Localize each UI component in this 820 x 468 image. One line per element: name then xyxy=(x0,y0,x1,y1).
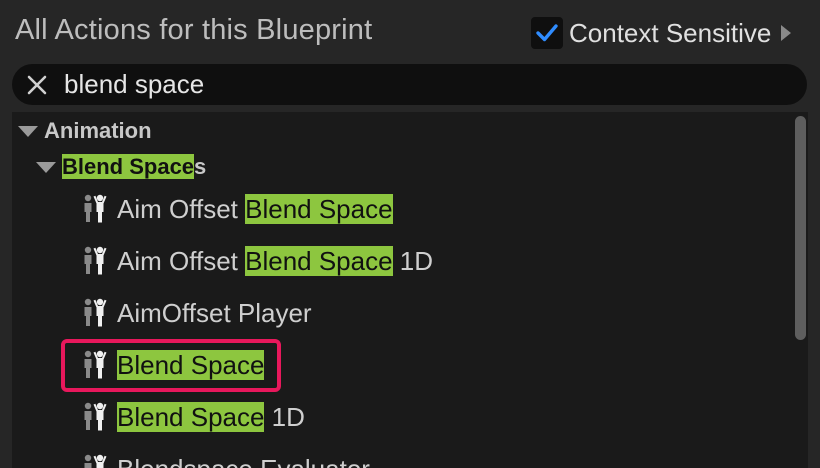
close-icon xyxy=(27,75,47,95)
tree-item[interactable]: Blendspace Evaluator xyxy=(80,452,370,468)
clear-search-button[interactable] xyxy=(24,72,50,98)
animation-person-icon xyxy=(84,454,107,468)
category-animation[interactable]: Animation xyxy=(18,118,152,144)
expand-arrow-icon[interactable] xyxy=(781,25,792,41)
animation-person-icon xyxy=(84,298,107,327)
checkmark-icon xyxy=(536,24,558,42)
context-sensitive-checkbox[interactable] xyxy=(531,17,563,49)
category-label: Animation xyxy=(44,118,152,143)
label-pre: Blendspace Evaluator xyxy=(117,454,370,468)
tree-item[interactable]: Aim Offset Blend Space 1D xyxy=(80,244,433,278)
subcategory-label: Blend Spaces xyxy=(62,154,206,180)
tree-item-label: Blend Space 1D xyxy=(117,401,305,433)
scrollbar[interactable] xyxy=(789,112,807,468)
action-tree: Animation Blend Spaces Aim Offset Blend … xyxy=(12,112,808,468)
subcategory-label-rest: s xyxy=(194,154,207,179)
scrollbar-thumb[interactable] xyxy=(795,116,806,340)
collapse-arrow-icon[interactable] xyxy=(18,125,38,137)
search-match-highlight: Blend Space xyxy=(245,245,393,276)
label-pre: Aim Offset xyxy=(117,193,246,224)
search-input[interactable] xyxy=(64,68,784,100)
animation-person-icon xyxy=(84,246,107,275)
search-box xyxy=(12,64,807,105)
panel-title: All Actions for this Blueprint xyxy=(15,14,373,46)
search-match-highlight: Blend Space xyxy=(117,401,265,432)
subcategory-blend-spaces[interactable]: Blend Spaces xyxy=(36,153,206,181)
tree-item[interactable]: Aim Offset Blend Space xyxy=(80,192,393,226)
context-sensitive-label: Context Sensitive xyxy=(569,17,772,48)
tree-item-label: Aim Offset Blend Space 1D xyxy=(117,245,434,277)
search-match-highlight: Blend Space xyxy=(245,193,393,224)
collapse-arrow-icon[interactable] xyxy=(36,161,56,173)
tree-item[interactable]: Blend Space 1D xyxy=(80,400,305,434)
label-pre: Aim Offset xyxy=(117,245,246,276)
context-sensitive-toggle[interactable]: Context Sensitive xyxy=(531,16,792,50)
tree-item-label: Blendspace Evaluator xyxy=(117,454,370,468)
selection-highlight xyxy=(61,339,281,392)
label-post: 1D xyxy=(264,401,305,432)
animation-person-icon xyxy=(84,402,107,431)
label-post: 1D xyxy=(392,245,434,276)
header: All Actions for this Blueprint Context S… xyxy=(0,0,820,66)
tree-item[interactable]: AimOffset Player xyxy=(80,296,312,330)
tree-item-label: AimOffset Player xyxy=(117,298,312,329)
animation-person-icon xyxy=(84,194,107,223)
label-pre: AimOffset Player xyxy=(117,297,312,328)
search-match-highlight: Blend Space xyxy=(62,154,195,179)
tree-item-label: Aim Offset Blend Space xyxy=(117,193,393,225)
